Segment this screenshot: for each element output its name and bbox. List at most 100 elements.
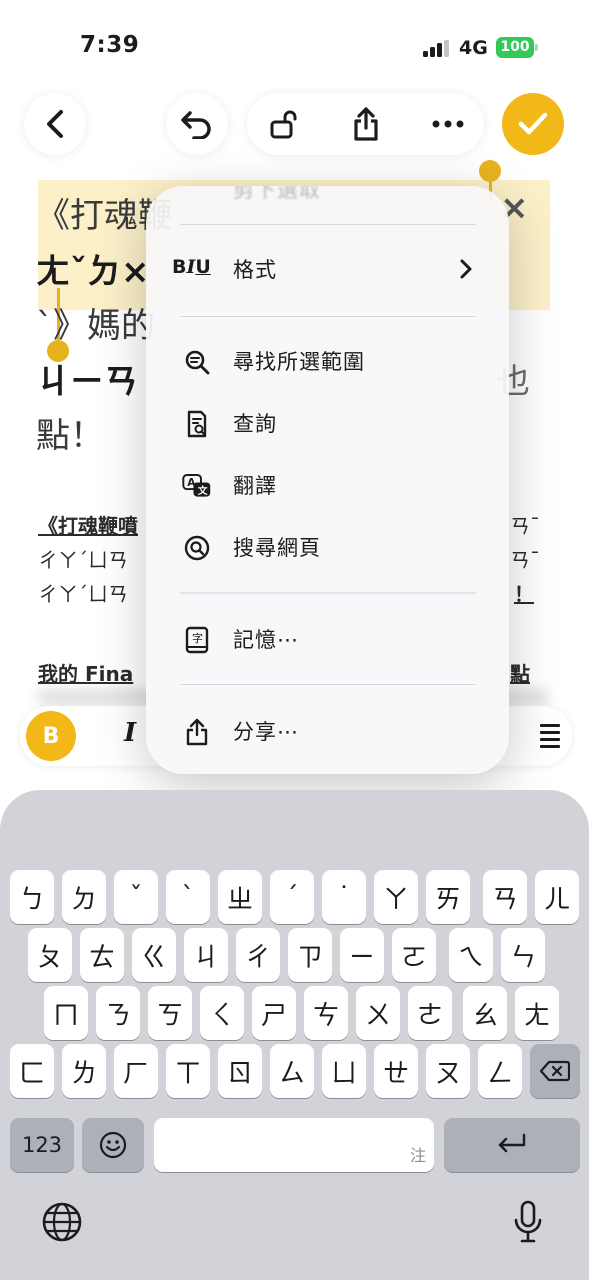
share-icon	[182, 717, 212, 747]
chevron-right-icon	[460, 259, 472, 279]
key[interactable]: ㄊ	[80, 928, 124, 982]
key[interactable]: ㄦ	[535, 870, 579, 924]
key[interactable]: ㄍ	[132, 928, 176, 982]
network-label: 4G	[459, 37, 488, 59]
microphone-icon	[514, 1200, 542, 1243]
dictionary-icon: 字	[182, 625, 212, 655]
key[interactable]: ㄗ	[288, 928, 332, 982]
key[interactable]: ㄞ	[426, 870, 470, 924]
menu-item-label: 記憶⋯	[233, 628, 299, 652]
list-icon[interactable]	[540, 724, 560, 748]
key[interactable]: ㄖ	[218, 1044, 262, 1098]
key[interactable]: ㄣ	[501, 928, 545, 982]
key[interactable]: ㄚ	[374, 870, 418, 924]
key[interactable]: ˋ	[166, 870, 210, 924]
emoji-key[interactable]	[82, 1118, 144, 1172]
lock-open-icon	[270, 110, 297, 139]
lock-button[interactable]	[249, 93, 319, 155]
menu-item-format[interactable]: BIU 格式	[146, 240, 509, 300]
emoji-icon	[99, 1131, 127, 1159]
translate-icon: A文	[182, 471, 212, 501]
menu-item-memory[interactable]: 字 記憶⋯	[146, 610, 509, 670]
key[interactable]: ㄠ	[463, 986, 507, 1040]
key[interactable]: ㄋ	[96, 986, 140, 1040]
undo-button[interactable]	[166, 93, 228, 155]
key[interactable]: ㄆ	[28, 928, 72, 982]
key[interactable]: ˊ	[270, 870, 314, 924]
key[interactable]: ㄟ	[449, 928, 493, 982]
more-button[interactable]	[413, 93, 483, 155]
key[interactable]: ㄙ	[270, 1044, 314, 1098]
menu-item-label: 分享⋯	[233, 720, 299, 744]
key[interactable]: ㄧ	[340, 928, 384, 982]
chevron-left-icon	[47, 110, 63, 138]
numbers-key[interactable]: 123	[10, 1118, 74, 1172]
status-time: 7:39	[80, 32, 140, 58]
globe-button[interactable]	[40, 1200, 84, 1244]
back-button[interactable]	[24, 93, 86, 155]
share-button[interactable]	[331, 93, 401, 155]
key[interactable]: ㄉ	[62, 870, 106, 924]
undo-icon	[181, 111, 211, 139]
key[interactable]: ˇ	[114, 870, 158, 924]
menu-item-cut-partial[interactable]: 剪下選取	[233, 186, 321, 204]
checkmark-icon	[518, 112, 548, 135]
key[interactable]: ㄏ	[114, 1044, 158, 1098]
key[interactable]: ˙	[322, 870, 366, 924]
key[interactable]: ㄅ	[10, 870, 54, 924]
search-web-icon	[182, 533, 212, 563]
menu-item-label: 尋找所選範圍	[233, 350, 365, 374]
note-line: 《打魂鞭噴	[38, 514, 138, 538]
key[interactable]: ㄕ	[252, 986, 296, 1040]
microphone-button[interactable]	[506, 1198, 550, 1246]
done-button[interactable]	[502, 93, 564, 155]
menu-separator	[180, 316, 476, 317]
menu-item-find-selection[interactable]: 尋找所選範圍	[146, 332, 509, 392]
return-icon	[498, 1133, 526, 1153]
key[interactable]: ㄝ	[374, 1044, 418, 1098]
return-key[interactable]	[444, 1118, 580, 1172]
key[interactable]: ㄎ	[148, 986, 192, 1040]
delete-key[interactable]	[530, 1044, 580, 1098]
svg-text:文: 文	[198, 484, 208, 497]
note-line: ㄔㄚˊㄩㄢ	[38, 582, 128, 606]
key[interactable]: ㄓ	[218, 870, 262, 924]
menu-item-label: 查詢	[233, 412, 277, 436]
space-hint: 注	[409, 1146, 426, 1165]
key[interactable]: ㄈ	[10, 1044, 54, 1098]
menu-item-translate[interactable]: A文 翻譯	[146, 456, 509, 516]
italic-button[interactable]: I	[124, 718, 136, 748]
menu-separator	[180, 592, 476, 594]
context-menu: 剪下選取 BIU 格式 尋找所選範圍 查詢 A文 翻譯 搜尋網頁 字 記憶⋯ 分…	[146, 186, 509, 774]
globe-icon	[42, 1202, 82, 1242]
menu-item-label: 搜尋網頁	[233, 536, 321, 560]
key[interactable]: ㄒ	[166, 1044, 210, 1098]
note-fragment: ！	[514, 582, 534, 606]
key[interactable]: ㄥ	[478, 1044, 522, 1098]
key[interactable]: ㄨ	[356, 986, 400, 1040]
key[interactable]: ㄛ	[392, 928, 436, 982]
signal-icon	[423, 40, 451, 57]
menu-item-search-web[interactable]: 搜尋網頁	[146, 518, 509, 578]
key[interactable]: ㄩ	[322, 1044, 366, 1098]
share-icon	[354, 107, 378, 141]
key[interactable]: ㄇ	[44, 986, 88, 1040]
key[interactable]: ㄑ	[200, 986, 244, 1040]
note-line: ˋ》媽的	[36, 306, 155, 346]
key[interactable]: ㄡ	[426, 1044, 470, 1098]
bold-button[interactable]: B	[26, 711, 76, 761]
menu-item-lookup[interactable]: 查詢	[146, 394, 509, 454]
key[interactable]: ㄤ	[515, 986, 559, 1040]
note-line: 點！	[36, 416, 104, 456]
key[interactable]: ㄘ	[304, 986, 348, 1040]
menu-item-share[interactable]: 分享⋯	[146, 702, 509, 762]
key[interactable]: ㄢ	[483, 870, 527, 924]
key[interactable]: ㄐ	[184, 928, 228, 982]
menu-item-label: 翻譯	[233, 474, 277, 498]
key[interactable]: ㄔ	[236, 928, 280, 982]
key[interactable]: ㄜ	[408, 986, 452, 1040]
menu-item-label: 格式	[233, 258, 277, 282]
key[interactable]: ㄌ	[62, 1044, 106, 1098]
svg-text:字: 字	[192, 631, 203, 645]
space-key[interactable]: 注	[154, 1118, 434, 1172]
